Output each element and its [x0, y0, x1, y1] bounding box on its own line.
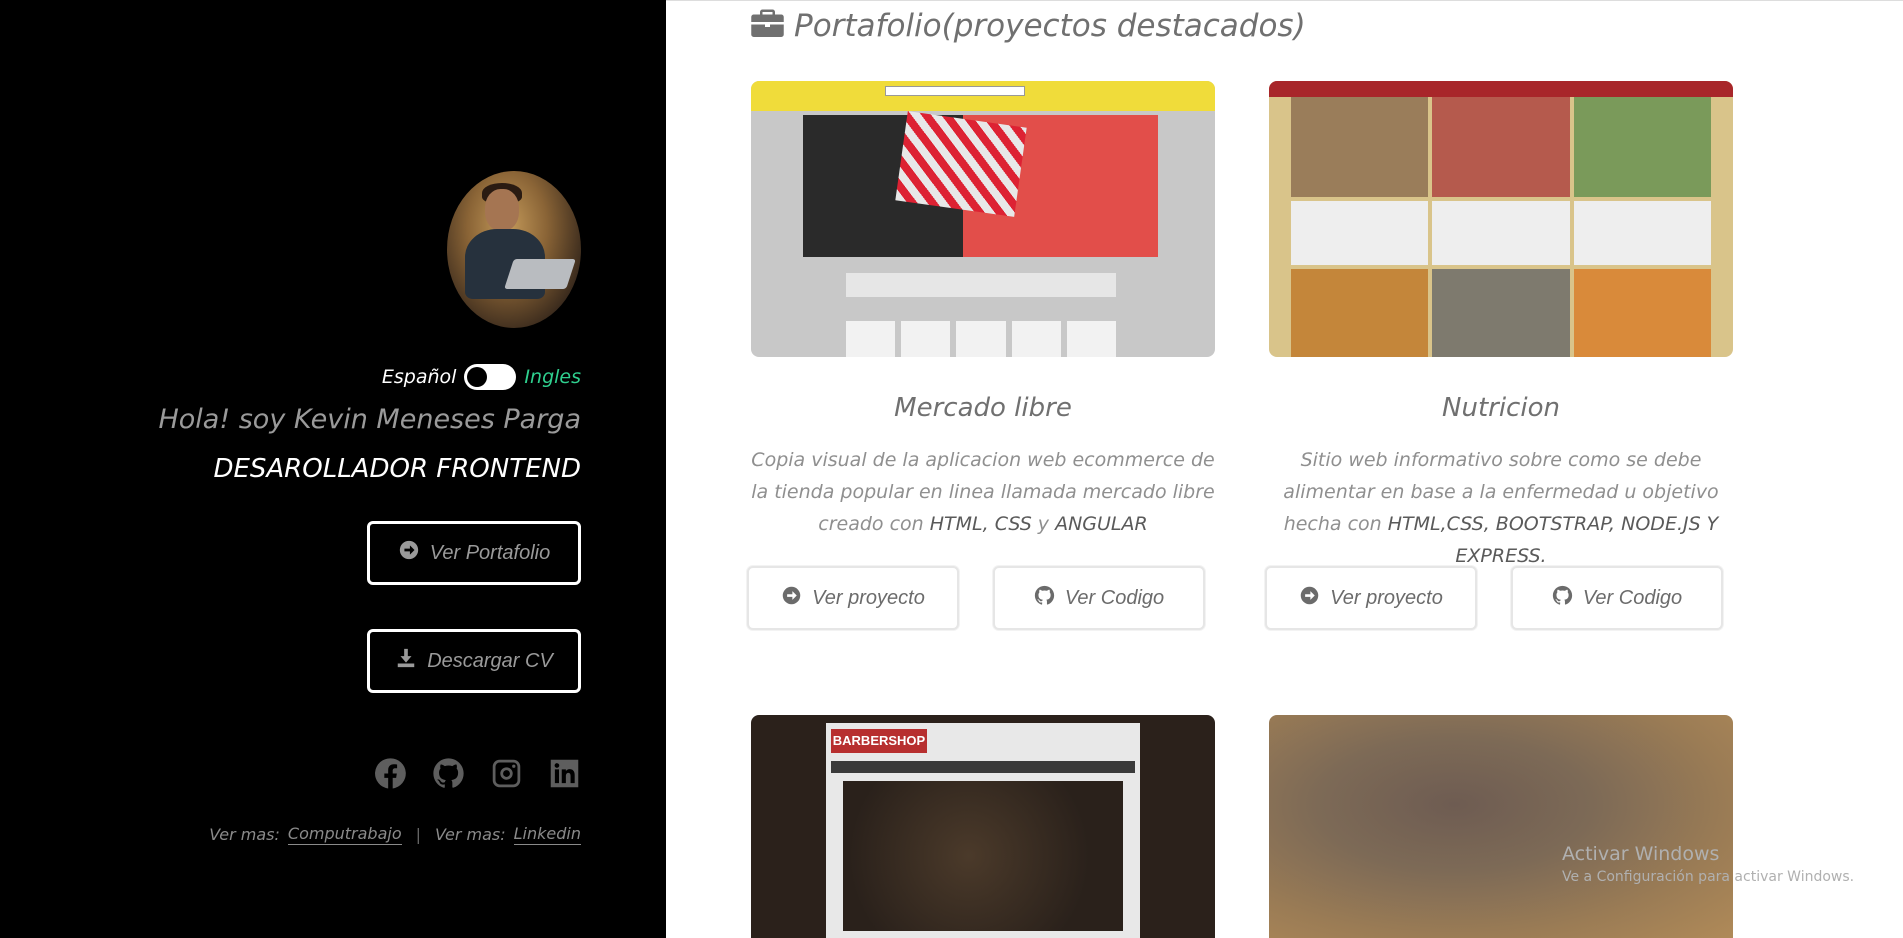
greeting-text: Hola! soy Kevin Meneses Parga — [158, 404, 581, 435]
sidebar: Español Ingles Hola! soy Kevin Meneses P… — [0, 0, 666, 938]
view-portfolio-button[interactable]: Ver Portafolio — [367, 521, 581, 585]
social-links — [374, 757, 581, 790]
arrow-circle-right-icon — [398, 539, 420, 567]
github-icon[interactable] — [432, 757, 465, 790]
language-label-spanish: Español — [381, 366, 457, 388]
divider: | — [415, 825, 421, 844]
more-links-row: Ver mas: Computrabajo | Ver mas: Linkedi… — [209, 824, 581, 845]
language-switch-row: Español Ingles — [382, 364, 581, 390]
project-thumbnail-barbershop[interactable]: BARBERSHOP — [751, 715, 1215, 938]
watermark-title: Activar Windows — [1562, 843, 1720, 865]
main-content: Portafolio(proyectos destacados) Mercado… — [666, 0, 1903, 938]
project-thumbnail-mercado-libre[interactable] — [751, 81, 1215, 357]
view-project-label: Ver proyecto — [812, 586, 925, 609]
profile-avatar — [447, 171, 581, 328]
toggle-knob — [467, 367, 488, 387]
portfolio-title: Portafolio(proyectos destacados) — [794, 8, 1306, 44]
github-icon — [1034, 585, 1055, 612]
linkedin-icon[interactable] — [548, 757, 581, 790]
view-code-button[interactable]: Ver Codigo — [1511, 566, 1723, 630]
desc-tech: HTML, CSS — [929, 513, 1032, 535]
more-label-2: Ver mas: — [435, 825, 506, 844]
instagram-icon[interactable] — [490, 757, 523, 790]
portfolio-heading: Portafolio(proyectos destacados) — [751, 7, 1306, 45]
role-title: DESAROLLADOR FRONTEND — [213, 454, 581, 484]
desc-tech: ANGULAR — [1055, 513, 1148, 535]
linkedin-link[interactable]: Linkedin — [513, 824, 581, 845]
project-title: Nutricion — [1442, 393, 1560, 423]
windows-activation-watermark: Activar Windows Ve a Configuración para … — [1562, 843, 1854, 885]
more-label-1: Ver mas: — [209, 825, 280, 844]
watermark-subtitle: Ve a Configuración para activar Windows. — [1562, 869, 1855, 885]
view-code-label: Ver Codigo — [1582, 586, 1683, 609]
download-cv-button[interactable]: Descargar CV — [367, 629, 581, 693]
view-code-label: Ver Codigo — [1064, 586, 1165, 609]
project-thumbnail-nutricion[interactable] — [1269, 81, 1733, 357]
view-project-button[interactable]: Ver proyecto — [747, 566, 959, 630]
facebook-icon[interactable] — [374, 757, 407, 790]
arrow-circle-right-icon — [781, 585, 802, 612]
desc-tech: HTML,CSS, BOOTSTRAP, NODE.JS Y EXPRESS. — [1387, 513, 1719, 567]
view-project-button[interactable]: Ver proyecto — [1265, 566, 1477, 630]
project-description: Copia visual de la aplicacion web ecomme… — [751, 444, 1215, 540]
github-icon — [1552, 585, 1573, 612]
download-icon — [395, 647, 417, 675]
project-description: Sitio web informativo sobre como se debe… — [1269, 444, 1733, 572]
view-code-button[interactable]: Ver Codigo — [993, 566, 1205, 630]
project-title: Mercado libre — [894, 393, 1072, 423]
desc-text: y — [1031, 513, 1056, 535]
view-project-label: Ver proyecto — [1330, 586, 1443, 609]
project-thumbnail-4[interactable] — [1269, 715, 1733, 938]
arrow-circle-right-icon — [1299, 585, 1320, 612]
briefcase-icon — [751, 7, 784, 45]
computrabajo-link[interactable]: Computrabajo — [287, 824, 402, 845]
language-label-english: Ingles — [524, 366, 581, 388]
view-portfolio-label: Ver Portafolio — [429, 541, 551, 564]
download-cv-label: Descargar CV — [427, 649, 553, 672]
barbershop-logo-text: BARBERSHOP — [831, 729, 927, 753]
language-toggle[interactable] — [464, 364, 517, 390]
